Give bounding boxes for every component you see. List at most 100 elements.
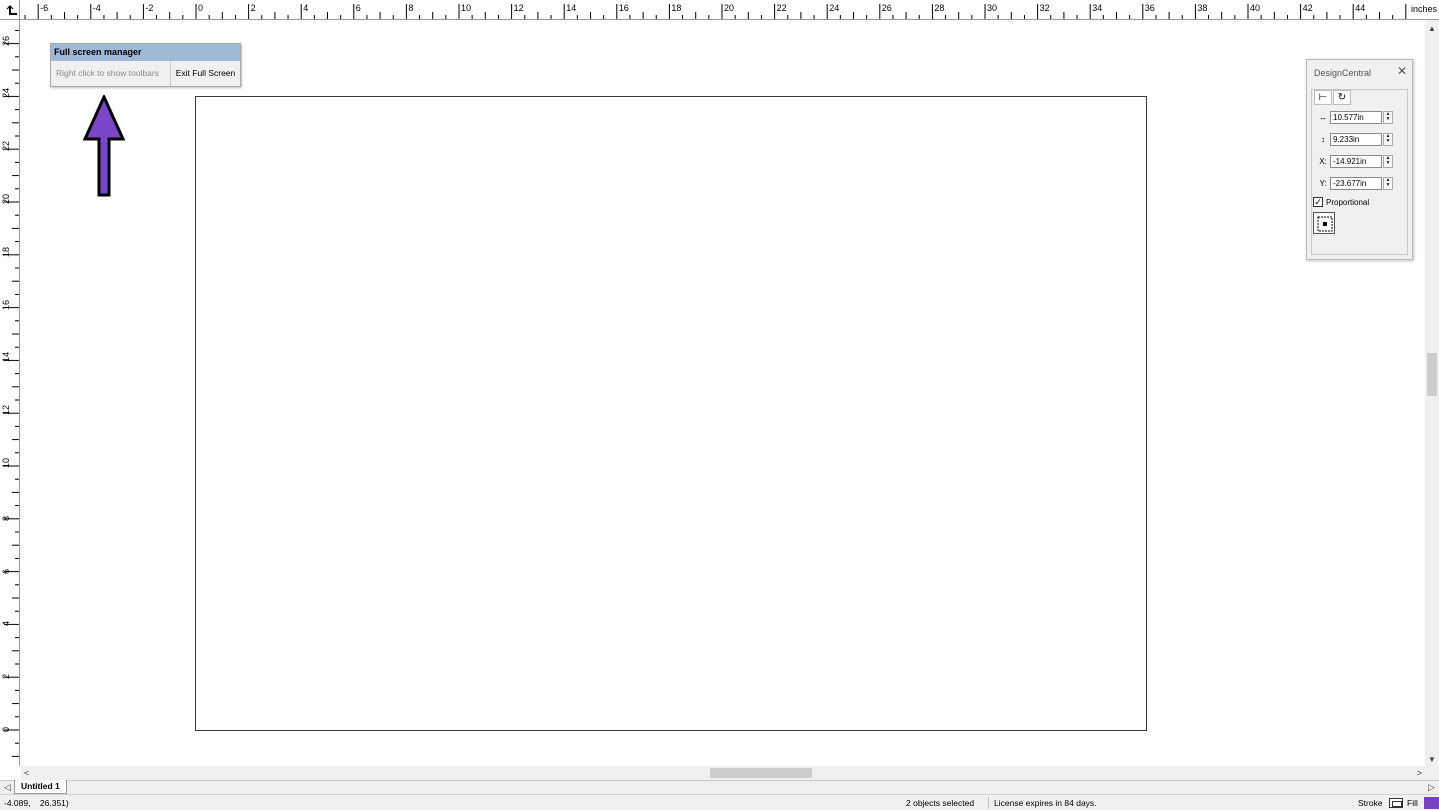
ruler-tick-label: 20 — [724, 3, 735, 13]
ruler-tick-label: 4 — [303, 3, 309, 13]
ruler-tick-label: 38 — [1197, 3, 1208, 13]
scroll-down-icon[interactable]: ▼ — [1425, 755, 1439, 764]
ruler-origin-corner[interactable] — [0, 0, 20, 20]
height-row: ↕ 9.233in ▲ ▼ — [1316, 132, 1393, 146]
ruler-tick-label: 44 — [1355, 3, 1366, 13]
height-stepper[interactable]: ▲ ▼ — [1383, 132, 1393, 146]
scroll-left-icon[interactable]: < — [24, 766, 29, 780]
ruler-tick-label: 16 — [618, 3, 629, 13]
status-bar: -4.089, 26.351) 2 objects selected Licen… — [0, 794, 1439, 810]
ruler-tick-label: 10 — [1, 457, 11, 468]
ruler-tick-label: -2 — [145, 3, 154, 13]
x-label: X: — [1319, 156, 1327, 166]
ruler-tick-label: 26 — [1, 35, 11, 46]
close-icon[interactable]: ✕ — [1396, 65, 1408, 77]
ruler-tick-label: 8 — [1, 515, 11, 521]
ruler-tick-label: 0 — [1, 726, 11, 732]
ruler-tick-label: 30 — [987, 3, 998, 13]
width-icon: ↔ — [1319, 112, 1327, 122]
x-field[interactable]: -14.921in — [1330, 154, 1382, 168]
size-position-icon[interactable]: ⊢ — [1314, 90, 1332, 105]
horizontal-scrollbar[interactable]: < > — [21, 766, 1425, 780]
width-field[interactable]: 10.577in — [1330, 110, 1382, 124]
y-field[interactable]: -23.677in — [1330, 176, 1382, 190]
ruler-tick-label: 0 — [198, 3, 204, 13]
ruler-tick-label: 16 — [1, 299, 11, 310]
full-screen-manager: Full screen manager Right click to show … — [50, 43, 241, 87]
proportional-label: Proportional — [1326, 197, 1370, 207]
height-icon: ↕ — [1321, 134, 1325, 144]
anchor-point-graphic — [1317, 216, 1333, 232]
selection-count: 2 objects selected — [906, 798, 975, 808]
ruler-tick-label: 10 — [461, 3, 472, 13]
ruler-tick-label: 42 — [1302, 3, 1313, 13]
vertical-scroll-thumb[interactable] — [1427, 353, 1437, 396]
stroke-swatch[interactable] — [1389, 798, 1403, 808]
ruler-tick-label: 18 — [671, 3, 682, 13]
rotate-icon[interactable]: ↻ — [1333, 90, 1351, 105]
ruler-tick-label: 6 — [355, 3, 361, 13]
ruler-tick-label: 2 — [250, 3, 256, 13]
ruler-tick-label: -6 — [40, 3, 49, 13]
y-row: Y: -23.677in ▲ ▼ — [1316, 176, 1393, 190]
horizontal-scroll-thumb[interactable] — [710, 768, 812, 778]
y-stepper[interactable]: ▲ ▼ — [1383, 176, 1393, 190]
ruler-tick-label: 32 — [1039, 3, 1050, 13]
show-toolbars-hint: Right click to show toolbars — [51, 61, 171, 86]
stroke-label: Stroke — [1358, 798, 1383, 808]
anchor-point-icon[interactable] — [1313, 212, 1335, 234]
y-label: Y: — [1319, 178, 1327, 188]
ruler-tick-label: 18 — [1, 246, 11, 257]
ruler-tick-label: 22 — [1, 141, 11, 152]
document-tab-bar: ◁ Untitled 1 ▷ — [0, 780, 1439, 794]
tab-scroll-left-icon[interactable]: ◁ — [4, 781, 11, 794]
tab-untitled-1[interactable]: Untitled 1 — [14, 780, 67, 794]
ruler-tick-label: 24 — [829, 3, 840, 13]
proportional-option[interactable]: ✓ Proportional — [1313, 197, 1369, 207]
fill-swatch[interactable] — [1424, 797, 1439, 809]
purple-up-arrow-shape[interactable] — [83, 95, 127, 199]
cursor-coordinates: -4.089, 26.351) — [4, 798, 69, 808]
stepper-down-icon[interactable]: ▼ — [1386, 183, 1391, 188]
horizontal-ruler[interactable]: -6 -4 -2 0 2 4 6 8 10 12 14 16 18 20 22 24 26 28 30 32 34 36 3… — [0, 0, 1439, 20]
proportional-checkbox[interactable]: ✓ — [1313, 197, 1323, 207]
scroll-right-icon[interactable]: > — [1417, 766, 1422, 780]
ruler-tick-label: 14 — [566, 3, 577, 13]
design-central-title: DesignCentral — [1314, 68, 1372, 78]
vertical-ruler-ticks — [4, 29, 19, 757]
ruler-tick-label: 36 — [1144, 3, 1155, 13]
stepper-down-icon[interactable]: ▼ — [1386, 139, 1391, 144]
ruler-tick-label: 12 — [513, 3, 524, 13]
width-row: ↔ 10.577in ▲ ▼ — [1316, 110, 1393, 124]
stepper-down-icon[interactable]: ▼ — [1386, 117, 1391, 122]
height-field[interactable]: 9.233in — [1330, 132, 1382, 146]
vertical-ruler[interactable]: 26 24 22 20 18 16 14 12 10 8 6 4 2 0 — [0, 20, 20, 766]
design-central-panel: DesignCentral ✕ ⊢ ↻ ↔ 10.577in ▲ ▼ ↕ 9.23… — [1306, 59, 1413, 260]
tab-scroll-right-icon[interactable]: ▷ — [1428, 781, 1435, 794]
stepper-down-icon[interactable]: ▼ — [1386, 161, 1391, 166]
ruler-origin-icon — [6, 5, 17, 15]
vertical-scrollbar[interactable]: ▲ ▼ — [1425, 20, 1439, 766]
x-row: X: -14.921in ▲ ▼ — [1316, 154, 1393, 168]
horizontal-ruler-ticks — [24, 4, 1407, 19]
x-stepper[interactable]: ▲ ▼ — [1383, 154, 1393, 168]
ruler-tick-label: 6 — [1, 568, 11, 574]
full-screen-manager-title[interactable]: Full screen manager — [51, 44, 240, 61]
page-boundary[interactable] — [195, 96, 1147, 731]
ruler-tick-label: 4 — [1, 621, 11, 627]
width-stepper[interactable]: ▲ ▼ — [1383, 110, 1393, 124]
ruler-tick-label: 8 — [408, 3, 414, 13]
drawing-canvas[interactable] — [21, 21, 1425, 766]
scroll-up-icon[interactable]: ▲ — [1425, 24, 1439, 33]
app-window: -6 -4 -2 0 2 4 6 8 10 12 14 16 18 20 22 24 26 28 30 32 34 36 3… — [0, 0, 1439, 810]
fill-label: Fill — [1407, 798, 1418, 808]
ruler-tick-label: 34 — [1092, 3, 1103, 13]
exit-full-screen-button[interactable]: Exit Full Screen — [171, 61, 240, 86]
ruler-tick-label: 2 — [1, 674, 11, 680]
ruler-tick-label: 26 — [881, 3, 892, 13]
ruler-tick-label: 20 — [1, 193, 11, 204]
full-screen-manager-body: Right click to show toolbars Exit Full S… — [51, 61, 240, 86]
ruler-tick-label: 12 — [1, 405, 11, 416]
ruler-tick-label: 22 — [776, 3, 787, 13]
ruler-tick-label: 14 — [1, 352, 11, 363]
